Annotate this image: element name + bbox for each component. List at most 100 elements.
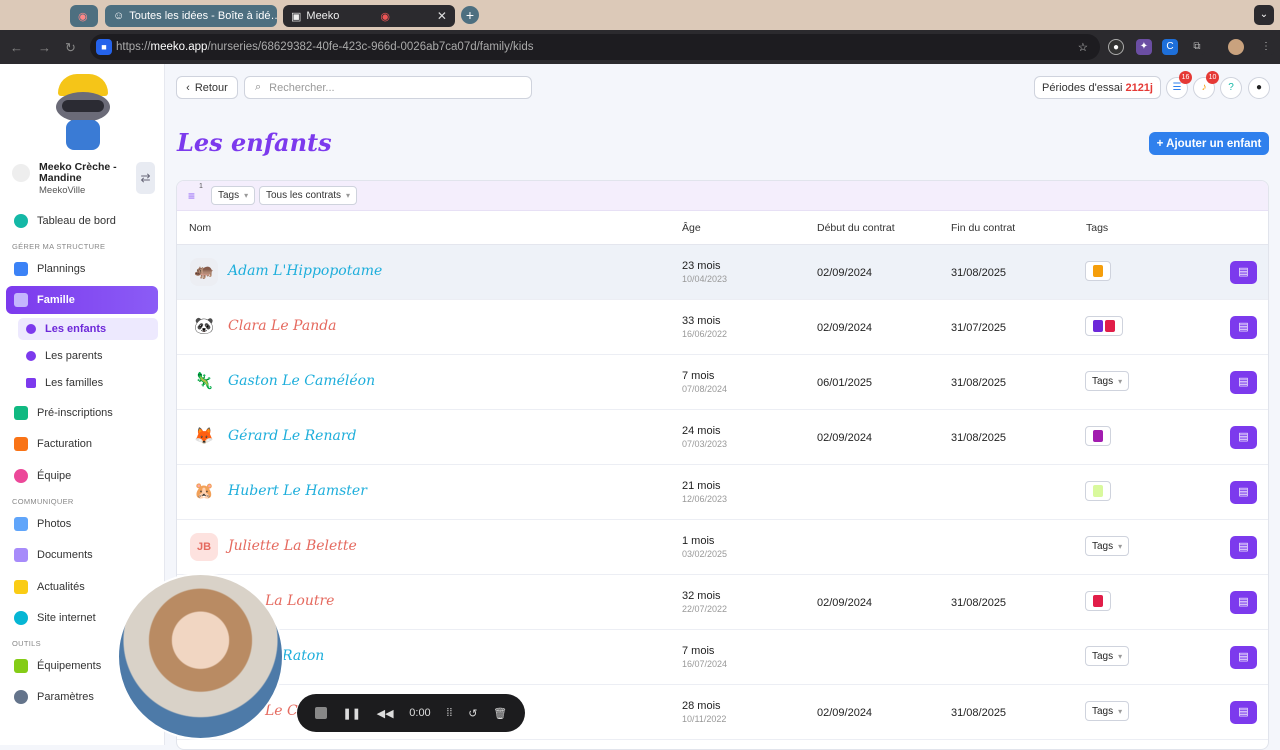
filter-icon[interactable]: ≡: [188, 189, 195, 203]
child-file-button[interactable]: ▤: [1230, 591, 1257, 614]
tags-cell[interactable]: [1085, 591, 1111, 611]
new-tab-icon[interactable]: +: [461, 6, 479, 24]
user-icon[interactable]: ●: [1248, 77, 1270, 99]
nav-documents[interactable]: Documents: [6, 542, 158, 568]
tags-dropdown[interactable]: Tags: [1085, 646, 1130, 666]
tags-filter[interactable]: Tags: [211, 186, 256, 205]
child-name[interactable]: Gaston Le Caméléon: [228, 373, 375, 389]
contracts-filter[interactable]: Tous les contrats: [259, 186, 358, 205]
back-button[interactable]: ‹ Retour: [176, 76, 238, 99]
nav-label: Famille: [37, 294, 75, 306]
tags-dropdown[interactable]: Tags: [1085, 701, 1130, 721]
tab-search-icon[interactable]: ⌄: [1254, 5, 1274, 25]
rewind-icon[interactable]: ◀◀: [377, 707, 394, 720]
extension-icon[interactable]: C: [1162, 39, 1178, 55]
restart-icon[interactable]: ↺: [468, 707, 477, 720]
extension-icon[interactable]: ✦: [1136, 39, 1152, 55]
table-row[interactable]: 🐹 Hubert Le Hamster 21 mois 12/06/2023 ▤: [177, 465, 1268, 520]
switch-nursery-icon[interactable]: ⇄: [136, 162, 155, 194]
trial-periods-button[interactable]: Périodes d'essai 2121j: [1034, 76, 1161, 99]
grid-icon[interactable]: ⁞⁞: [446, 707, 452, 719]
table-row[interactable]: 🦊 Gérard Le Renard 24 mois 07/03/2023 02…: [177, 410, 1268, 465]
nav-les-parents[interactable]: Les parents: [18, 345, 158, 367]
bookmark-star-icon[interactable]: ☆: [1078, 40, 1088, 54]
nav-famille[interactable]: Famille: [6, 286, 158, 314]
child-name[interactable]: Juliette La Belette: [228, 538, 357, 554]
nav-plannings[interactable]: Plannings: [6, 256, 158, 282]
reload-icon[interactable]: ↻: [65, 40, 76, 56]
table-row[interactable]: JB Juliette La Belette 1 mois 03/02/2025…: [177, 520, 1268, 575]
menu-icon[interactable]: ⋮: [1258, 39, 1274, 55]
forward-arrow-icon[interactable]: →: [38, 40, 51, 55]
extension-icon[interactable]: ●: [1108, 39, 1124, 55]
document-tag-icon: [1105, 320, 1115, 332]
filter-count: 1: [199, 183, 203, 190]
child-name[interactable]: Adam L'Hippopotame: [228, 263, 382, 279]
child-age: 7 mois: [682, 645, 715, 657]
table-row[interactable]: 🐼 Clara Le Panda 33 mois 16/06/2022 02/0…: [177, 300, 1268, 355]
table-row[interactable]: 🦎 Gaston Le Caméléon 7 mois 07/08/2024 0…: [177, 355, 1268, 410]
nav-les-familles[interactable]: Les familles: [18, 372, 158, 394]
tags-cell[interactable]: [1085, 481, 1111, 501]
pause-icon[interactable]: ❚❚: [343, 707, 361, 720]
child-name[interactable]: La Loutre: [265, 593, 334, 609]
add-child-button[interactable]: + Ajouter un enfant: [1149, 132, 1269, 155]
help-icon[interactable]: ?: [1220, 77, 1242, 99]
tags-cell[interactable]: [1085, 426, 1111, 446]
child-file-button[interactable]: ▤: [1230, 701, 1257, 724]
child-file-button[interactable]: ▤: [1230, 536, 1257, 559]
nav-equipe[interactable]: Équipe: [6, 463, 158, 489]
tags-cell[interactable]: [1085, 316, 1123, 336]
nav-label: Équipements: [37, 660, 102, 672]
puzzle-icon[interactable]: ⧉: [1189, 39, 1205, 55]
table-row[interactable]: 🦛 Adam L'Hippopotame 23 mois 10/04/2023 …: [177, 245, 1268, 300]
child-birthdate: 16/07/2024: [682, 659, 728, 669]
child-file-button[interactable]: ▤: [1230, 371, 1257, 394]
table-row[interactable]: Raton 7 mois 16/07/2024 Tags ▤: [177, 630, 1268, 685]
contract-end: 31/07/2025: [951, 322, 1007, 334]
contract-end: 31/08/2025: [951, 377, 1007, 389]
stop-icon[interactable]: [314, 707, 327, 719]
nav-photos[interactable]: Photos: [6, 511, 158, 537]
back-arrow-icon[interactable]: ←: [10, 40, 23, 55]
tab-meeko[interactable]: ▣ Meeko ◉ ✕: [283, 5, 455, 27]
child-name[interactable]: Gérard Le Renard: [228, 428, 357, 444]
camera-icon: ■: [96, 39, 112, 55]
child-name[interactable]: Le C: [265, 703, 298, 719]
child-name[interactable]: Hubert Le Hamster: [228, 483, 367, 499]
child-file-button[interactable]: ▤: [1230, 646, 1257, 669]
column-header: Tags: [1086, 222, 1109, 234]
url-field[interactable]: ■ https://meeko.app/nurseries/68629382-4…: [90, 34, 1100, 60]
nav-label: Les familles: [45, 377, 104, 389]
webcam-overlay[interactable]: [117, 573, 284, 740]
child-file-button[interactable]: ▤: [1230, 426, 1257, 449]
document-tag-icon: [1093, 430, 1103, 442]
pinned-tab[interactable]: ◉: [70, 5, 98, 27]
recording-icon: ◉: [380, 10, 390, 23]
trash-icon[interactable]: 🗑: [493, 707, 507, 720]
nav-dashboard[interactable]: Tableau de bord: [6, 208, 158, 234]
invoice-icon: [14, 437, 28, 451]
nav-actualites[interactable]: Actualités: [6, 574, 158, 600]
nav-label: Tableau de bord: [37, 215, 116, 227]
initials-avatar: JB: [190, 533, 218, 561]
table-row[interactable]: La Loutre 32 mois 22/07/2022 02/09/2024 …: [177, 575, 1268, 630]
tags-cell[interactable]: [1085, 261, 1111, 281]
child-file-button[interactable]: ▤: [1230, 261, 1257, 284]
search-input[interactable]: ⌕ Rechercher...: [244, 76, 532, 99]
contract-end: 31/08/2025: [951, 267, 1007, 279]
tags-dropdown[interactable]: Tags: [1085, 371, 1130, 391]
panda-avatar: 🐼: [194, 318, 214, 335]
close-tab-icon[interactable]: ✕: [431, 9, 447, 23]
child-file-button[interactable]: ▤: [1230, 481, 1257, 504]
nav-preinscriptions[interactable]: Pré-inscriptions: [6, 400, 158, 426]
tags-dropdown[interactable]: Tags: [1085, 536, 1130, 556]
child-name[interactable]: Raton: [282, 648, 324, 664]
nav-les-enfants[interactable]: Les enfants: [18, 318, 158, 340]
nav-facturation[interactable]: Facturation: [6, 431, 158, 457]
profile-avatar[interactable]: [1228, 39, 1244, 55]
page-title: Les enfants: [177, 128, 332, 157]
child-name[interactable]: Clara Le Panda: [228, 318, 337, 334]
child-file-button[interactable]: ▤: [1230, 316, 1257, 339]
tab-ideas[interactable]: ☺ Toutes les idées - Boîte à idé… ✕: [105, 5, 277, 27]
